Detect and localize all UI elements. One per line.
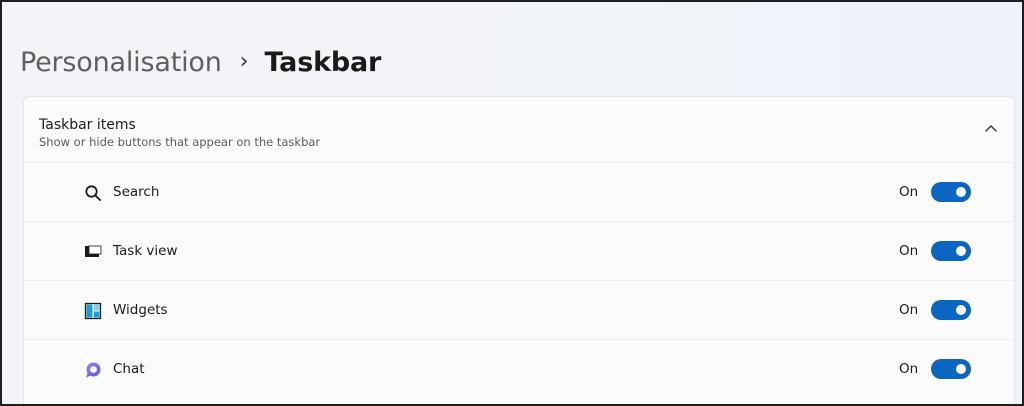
taskbar-items-header[interactable]: Taskbar items Show or hide buttons that … <box>24 97 1014 163</box>
breadcrumb-personalisation[interactable]: Personalisation <box>20 47 222 78</box>
widgets-icon <box>84 302 102 320</box>
breadcrumb-separator: › <box>239 48 249 74</box>
toggle-knob <box>956 187 966 197</box>
item-label-widgets: Widgets <box>113 302 168 318</box>
section-title: Taskbar items <box>39 117 136 133</box>
item-label-search: Search <box>113 184 160 200</box>
item-state-task-view: On <box>899 243 919 259</box>
toggle-knob <box>956 305 966 315</box>
chat-icon <box>86 362 101 378</box>
toggle-knob <box>956 246 966 256</box>
widgets-toggle[interactable] <box>931 300 971 320</box>
task-view-icon <box>85 245 102 257</box>
section-subtitle: Show or hide buttons that appear on the … <box>39 135 321 149</box>
list-item-widgets: Widgets On <box>24 281 1014 340</box>
chevron-up-icon[interactable] <box>984 123 998 133</box>
task-view-toggle[interactable] <box>931 241 971 261</box>
toggle-knob <box>956 364 966 374</box>
taskbar-items-panel: Taskbar items Show or hide buttons that … <box>23 96 1015 404</box>
search-icon <box>85 185 101 201</box>
settings-window: Personalisation › Taskbar Taskbar items … <box>0 0 1024 406</box>
item-label-task-view: Task view <box>113 243 178 259</box>
list-item-task-view: Task view On <box>24 222 1014 281</box>
list-item-search: Search On <box>24 163 1014 222</box>
list-item-chat: Chat On <box>24 340 1014 399</box>
item-state-search: On <box>899 184 919 200</box>
item-label-chat: Chat <box>113 361 145 377</box>
search-toggle[interactable] <box>931 182 971 202</box>
page-title: Taskbar <box>264 46 382 78</box>
item-state-widgets: On <box>899 302 919 318</box>
item-state-chat: On <box>899 361 919 377</box>
breadcrumb: Personalisation › Taskbar <box>20 42 381 82</box>
chat-toggle[interactable] <box>931 359 971 379</box>
